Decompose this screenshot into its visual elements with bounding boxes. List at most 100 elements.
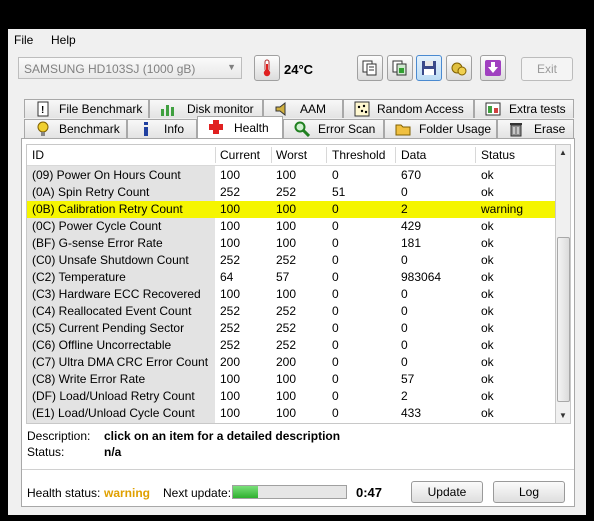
tab-info[interactable]: Info xyxy=(127,119,197,138)
drive-select-value: SAMSUNG HD103SJ (1000 gB) xyxy=(24,62,196,76)
column-header-id[interactable]: ID xyxy=(32,148,44,162)
cell-status: ok xyxy=(481,287,494,301)
cell-id: (09) Power On Hours Count xyxy=(32,168,181,182)
cell-worst: 100 xyxy=(276,202,297,216)
cell-data: 0 xyxy=(401,253,408,267)
table-scrollbar[interactable]: ▲ ▼ xyxy=(556,144,571,424)
cell-status: ok xyxy=(481,236,494,250)
menu-help[interactable]: Help xyxy=(51,33,76,47)
menu-bar: File Help xyxy=(8,29,586,49)
next-update-progress-bar xyxy=(232,485,347,499)
options-button[interactable] xyxy=(446,55,472,81)
cell-current: 252 xyxy=(220,338,241,352)
cell-worst: 252 xyxy=(276,253,297,267)
update-button[interactable]: Update xyxy=(411,481,483,503)
column-header-threshold[interactable]: Threshold xyxy=(332,148,385,162)
cell-worst: 100 xyxy=(276,168,297,182)
table-row[interactable]: (BF) G-sense Error Rate 100 100 0 181 ok xyxy=(27,235,555,252)
scroll-down-arrow-icon[interactable]: ▼ xyxy=(556,408,570,423)
cell-worst: 252 xyxy=(276,321,297,335)
table-row[interactable]: (C4) Reallocated Event Count 252 252 0 0 ok xyxy=(27,303,555,320)
cell-data: 0 xyxy=(401,287,408,301)
cell-id: (C5) Current Pending Sector xyxy=(32,321,185,335)
log-button[interactable]: Log xyxy=(493,481,565,503)
column-header-worst[interactable]: Worst xyxy=(276,148,307,162)
cell-worst: 100 xyxy=(276,236,297,250)
column-header-current[interactable]: Current xyxy=(220,148,260,162)
cell-threshold: 51 xyxy=(332,185,346,199)
tab-file-benchmark[interactable]: ! File Benchmark xyxy=(24,99,149,118)
temperature-button[interactable] xyxy=(254,55,280,81)
cell-worst: 252 xyxy=(276,185,297,199)
tab-health[interactable]: Health xyxy=(197,116,283,138)
speaker-icon xyxy=(275,101,286,117)
tab-label: Benchmark xyxy=(59,122,120,136)
copy-text-button[interactable] xyxy=(357,55,383,81)
tab-benchmark[interactable]: Benchmark xyxy=(24,119,127,138)
cell-worst: 100 xyxy=(276,287,297,301)
scrollbar-thumb[interactable] xyxy=(557,237,570,402)
cell-worst: 100 xyxy=(276,219,297,233)
table-row[interactable]: (0B) Calibration Retry Count 100 100 0 2 warn… xyxy=(27,201,555,218)
thermometer-icon xyxy=(263,59,271,77)
cell-worst: 57 xyxy=(276,270,290,284)
table-row[interactable]: (09) Power On Hours Count 100 100 0 670 ok xyxy=(27,167,555,184)
table-row[interactable]: (C8) Write Error Rate 100 100 0 57 ok xyxy=(27,371,555,388)
tab-random-access[interactable]: Random Access xyxy=(343,99,474,118)
smart-table[interactable]: ID Current Worst Threshold Data Status (… xyxy=(26,144,556,424)
table-row[interactable]: (C7) Ultra DMA CRC Error Count 200 200 0 0 ok xyxy=(27,354,555,371)
cell-threshold: 0 xyxy=(332,372,339,386)
table-row[interactable]: (E1) Load/Unload Cycle Count 100 100 0 433 ok xyxy=(27,405,555,422)
cell-threshold: 0 xyxy=(332,338,339,352)
tab-folder-usage[interactable]: Folder Usage xyxy=(384,119,497,138)
table-row[interactable]: (C5) Current Pending Sector 252 252 0 0 ok xyxy=(27,320,555,337)
table-row[interactable]: (C0) Unsafe Shutdown Count 252 252 0 0 ok xyxy=(27,252,555,269)
table-header: ID Current Worst Threshold Data Status xyxy=(27,145,555,166)
copy-icon xyxy=(362,60,377,76)
table-row[interactable]: (0C) Power Cycle Count 100 100 0 429 ok xyxy=(27,218,555,235)
extra-tests-icon xyxy=(485,102,501,116)
table-row[interactable]: (DF) Load/Unload Retry Count 100 100 0 2 ok xyxy=(27,388,555,405)
health-status-value: warning xyxy=(104,486,151,500)
cell-current: 100 xyxy=(220,406,241,420)
cell-current: 252 xyxy=(220,253,241,267)
folder-icon xyxy=(395,124,411,136)
cell-id: (DF) Load/Unload Retry Count xyxy=(32,389,195,403)
table-row[interactable]: (0A) Spin Retry Count 252 252 51 0 ok xyxy=(27,184,555,201)
exit-button[interactable]: Exit xyxy=(521,57,573,81)
cell-data: 181 xyxy=(401,236,422,250)
table-row[interactable]: (C3) Hardware ECC Recovered 100 100 0 0 ok xyxy=(27,286,555,303)
table-row[interactable]: (C2) Temperature 64 57 0 983064 ok xyxy=(27,269,555,286)
random-access-icon xyxy=(354,101,370,117)
menu-file[interactable]: File xyxy=(14,33,33,47)
tab-label: Info xyxy=(164,122,185,136)
tab-error-scan[interactable]: Error Scan xyxy=(283,119,384,138)
tab-label: File Benchmark xyxy=(59,102,143,116)
download-button[interactable] xyxy=(480,55,506,81)
cell-threshold: 0 xyxy=(332,406,339,420)
column-header-data[interactable]: Data xyxy=(401,148,426,162)
health-cross-icon xyxy=(209,120,223,134)
tab-extra-tests[interactable]: Extra tests xyxy=(474,99,574,118)
cell-id: (C3) Hardware ECC Recovered xyxy=(32,287,201,301)
save-button[interactable] xyxy=(416,55,442,81)
cell-current: 200 xyxy=(220,355,241,369)
download-arrow-icon xyxy=(485,60,501,76)
description-text: click on an item for a detailed descript… xyxy=(104,429,341,443)
cell-current: 252 xyxy=(220,304,241,318)
cell-worst: 200 xyxy=(276,355,297,369)
next-update-timer: 0:47 xyxy=(356,485,383,500)
cell-threshold: 0 xyxy=(332,321,339,335)
copy-image-button[interactable] xyxy=(387,55,413,81)
floppy-disk-icon xyxy=(422,61,436,75)
tab-label: Folder Usage xyxy=(419,122,492,136)
scroll-up-arrow-icon[interactable]: ▲ xyxy=(556,145,570,160)
cell-data: 0 xyxy=(401,355,408,369)
cell-status: warning xyxy=(481,202,524,216)
column-header-status[interactable]: Status xyxy=(481,148,515,162)
cell-threshold: 0 xyxy=(332,219,339,233)
tab-label: Erase xyxy=(534,122,566,136)
table-row[interactable]: (C6) Offline Uncorrectable 252 252 0 0 ok xyxy=(27,337,555,354)
drive-select[interactable]: SAMSUNG HD103SJ (1000 gB) ▼ xyxy=(18,57,242,79)
tab-erase[interactable]: Erase xyxy=(497,119,574,138)
